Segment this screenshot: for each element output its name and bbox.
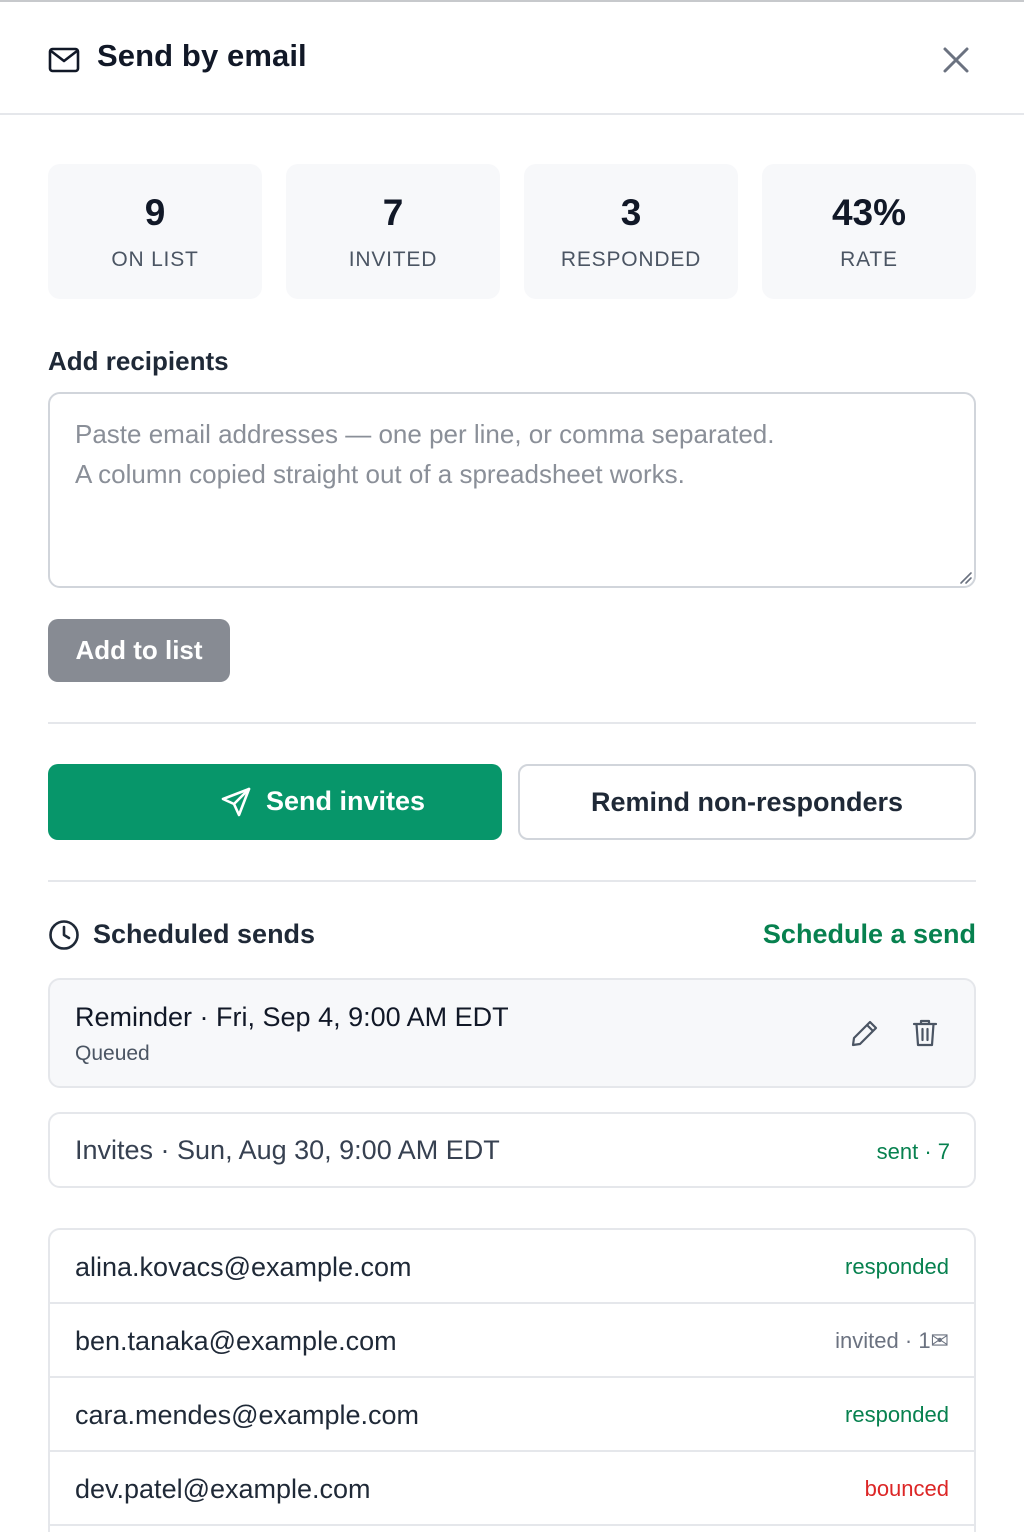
remind-non-responders-button[interactable]: Remind non-responders bbox=[518, 764, 976, 840]
schedule-a-send-link[interactable]: Schedule a send bbox=[763, 919, 976, 950]
divider bbox=[48, 880, 976, 882]
stat-rate: 43% RATE bbox=[762, 164, 976, 299]
recipient-email: alina.kovacs@example.com bbox=[75, 1252, 412, 1282]
stat-invited: 7 INVITED bbox=[286, 164, 500, 299]
recipients-textarea[interactable] bbox=[48, 392, 976, 588]
trash-icon[interactable] bbox=[912, 1018, 938, 1048]
scheduled-send-item: Invites · Sun, Aug 30, 9:00 AM EDT sent … bbox=[48, 1112, 976, 1188]
recipient-email: ben.tanaka@example.com bbox=[75, 1326, 397, 1356]
recipient-list: alina.kovacs@example.com responded ben.t… bbox=[48, 1228, 976, 1532]
stat-value: 7 bbox=[382, 192, 404, 233]
recipient-status: responded bbox=[845, 1254, 949, 1279]
scheduled-send-title: Reminder · Fri, Sep 4, 9:00 AM EDT bbox=[75, 1002, 509, 1032]
recipient-status: invited · 1✉ bbox=[835, 1328, 949, 1353]
send-invites-button[interactable]: Send invites bbox=[48, 764, 502, 840]
add-to-list-button[interactable]: Add to list bbox=[48, 619, 230, 682]
divider bbox=[48, 722, 976, 724]
scheduled-send-item: Reminder · Fri, Sep 4, 9:00 AM EDT Queue… bbox=[48, 978, 976, 1088]
stat-label: ON LIST bbox=[111, 248, 199, 271]
recipient-row: dev.patel@example.com bounced bbox=[50, 1452, 974, 1526]
recipient-email: cara.mendes@example.com bbox=[75, 1400, 420, 1430]
dialog-header: Send by email bbox=[0, 2, 1024, 115]
recipient-row bbox=[50, 1526, 974, 1532]
stat-label: RATE bbox=[840, 248, 898, 271]
stat-responded: 3 RESPONDED bbox=[524, 164, 738, 299]
stat-value: 3 bbox=[620, 192, 642, 233]
stat-value: 9 bbox=[144, 192, 166, 233]
recipient-row: ben.tanaka@example.com invited · 1✉ bbox=[50, 1304, 974, 1378]
scheduled-sends-title: Scheduled sends bbox=[93, 919, 316, 949]
stat-value: 43% bbox=[831, 192, 907, 233]
recipient-status: responded bbox=[845, 1402, 949, 1427]
dialog-title: Send by email bbox=[97, 38, 307, 73]
scheduled-sends-header: Scheduled sends Schedule a send bbox=[48, 915, 976, 955]
mail-icon bbox=[48, 47, 80, 73]
stat-label: INVITED bbox=[348, 248, 438, 271]
recipient-email: dev.patel@example.com bbox=[75, 1474, 371, 1504]
recipient-row: cara.mendes@example.com responded bbox=[50, 1378, 974, 1452]
add-recipients-label: Add recipients bbox=[48, 346, 229, 376]
paper-plane-icon bbox=[221, 787, 251, 817]
recipient-status: bounced bbox=[864, 1476, 949, 1501]
scheduled-send-status: sent · 7 bbox=[876, 1139, 950, 1164]
scheduled-send-title: Invites · Sun, Aug 30, 9:00 AM EDT bbox=[75, 1135, 500, 1165]
pencil-icon[interactable] bbox=[850, 1018, 880, 1048]
close-icon[interactable] bbox=[938, 40, 974, 80]
send-invites-label: Send invites bbox=[266, 786, 426, 816]
stat-label: RESPONDED bbox=[560, 248, 702, 271]
stat-on-list: 9 ON LIST bbox=[48, 164, 262, 299]
scheduled-send-status: Queued bbox=[75, 1042, 150, 1065]
recipient-row: alina.kovacs@example.com responded bbox=[50, 1230, 974, 1304]
clock-icon bbox=[49, 920, 79, 950]
stats-row: 9 ON LIST 7 INVITED 3 RESPONDED 43% RATE bbox=[48, 164, 976, 299]
